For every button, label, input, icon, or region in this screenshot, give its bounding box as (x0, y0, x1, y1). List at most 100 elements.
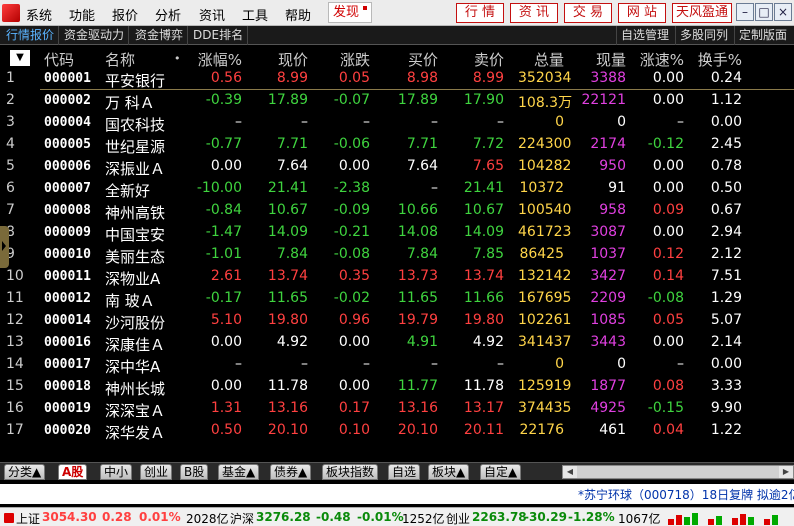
cell-code: 000007 (44, 181, 91, 196)
cell-row-number: 4 (6, 136, 15, 152)
trade-button[interactable]: 交 易 (564, 3, 612, 23)
sh-label[interactable]: 上证 (16, 510, 40, 526)
cell-ask: 7.72 (472, 136, 504, 152)
col-ask[interactable]: 卖价 (458, 49, 504, 70)
table-row[interactable]: 13 000016 深康佳Ａ 0.00 4.92 0.00 4.91 4.92 341437 34… (0, 332, 794, 354)
btab-chinext[interactable]: 创业 (140, 464, 173, 480)
cell-code: 000010 (44, 247, 91, 262)
cy-label[interactable]: 创业 (446, 510, 470, 526)
btab-sector[interactable]: 板块▲ (428, 464, 470, 480)
table-row[interactable]: 2 000002 万 科Ａ -0.39 17.89 -0.07 17.89 17.90 108.… (0, 90, 794, 112)
table-row[interactable]: 6 000007 全新好 -10.00 21.41 -2.38 – 21.41 10372 91 0… (0, 178, 794, 200)
tab-quotes[interactable]: 行情报价 (2, 26, 60, 45)
table-row[interactable]: 4 000005 世纪星源 -0.77 7.71 -0.06 7.71 7.72 224300 2… (0, 134, 794, 156)
side-panel-toggle-icon[interactable] (0, 226, 9, 268)
cell-speed: 0.09 (652, 202, 684, 218)
table-row[interactable]: 16 000019 深深宝Ａ 1.31 13.16 0.17 13.16 13.17 37443… (0, 398, 794, 420)
table-row[interactable]: 9 000010 美丽生态 -1.01 7.84 -0.08 7.84 7.85 86425 10… (0, 244, 794, 266)
menu-function[interactable]: 功能 (69, 5, 95, 24)
col-turnover[interactable]: 换手% (690, 49, 742, 70)
cell-volume: 104282 (518, 158, 572, 174)
ticker-text[interactable]: *苏宁环球（000718）18日复牌 拟逾2亿元 (578, 486, 794, 503)
btab-sector-index[interactable]: 板块指数 (322, 464, 379, 480)
tab-watchlist-manage[interactable]: 自选管理 (616, 26, 673, 45)
cell-name: 深物业A (105, 270, 161, 288)
btab-watchlist[interactable]: 自选 (388, 464, 421, 480)
table-row[interactable]: 3 000004 国农科技 – – – – – 0 0 – 0.00 (0, 112, 794, 134)
cell-volume: 102261 (518, 312, 572, 328)
minimize-icon[interactable]: – (736, 3, 754, 21)
table-header: ▼ 代码 名称 • 涨幅% 现价 涨跌 买价 卖价 总量 现量 涨速% 换手% (0, 46, 794, 70)
menu-tools[interactable]: 工具 (242, 5, 268, 24)
cell-pct-change: -0.17 (205, 290, 242, 306)
cell-row-number: 13 (6, 334, 24, 350)
table-row[interactable]: 12 000014 沙河股份 5.10 19.80 0.96 19.79 19.80 10226… (0, 310, 794, 332)
cell-price: – (301, 114, 308, 130)
col-price[interactable]: 现价 (262, 49, 308, 70)
menu-system[interactable]: 系统 (26, 5, 52, 24)
restore-icon[interactable]: □ (755, 3, 773, 21)
btab-a-shares[interactable]: A股 (58, 464, 88, 480)
sort-toggle-icon[interactable]: ▼ (10, 50, 30, 66)
cell-row-number: 12 (6, 312, 24, 328)
col-current-volume[interactable]: 现量 (580, 49, 626, 70)
menu-discover[interactable]: 发现 (328, 2, 373, 23)
col-volume[interactable]: 总量 (518, 49, 564, 70)
scroll-right-icon[interactable]: ▶ (779, 466, 793, 478)
col-code[interactable]: 代码 (44, 49, 74, 70)
tab-fund-game[interactable]: 资金博弈 (131, 26, 189, 45)
tab-custom-layout[interactable]: 定制版面 (734, 26, 791, 45)
btab-bond[interactable]: 债券▲ (270, 464, 312, 480)
col-pct-change[interactable]: 涨幅% (190, 49, 242, 70)
table-row[interactable]: 15 000018 神州长城 0.00 11.78 0.00 11.77 11.78 12591… (0, 376, 794, 398)
table-row[interactable]: 11 000012 南 玻Ａ -0.17 11.65 -0.02 11.65 11.66 167… (0, 288, 794, 310)
table-row[interactable]: 7 000008 神州高铁 -0.84 10.67 -0.09 10.66 10.67 1005… (0, 200, 794, 222)
cell-speed: 0.00 (652, 180, 684, 196)
website-button[interactable]: 网 站 (618, 3, 666, 23)
hs-label[interactable]: 沪深 (230, 510, 254, 526)
cell-change: 0.00 (338, 378, 370, 394)
close-icon[interactable]: × (774, 3, 792, 21)
table-row[interactable]: 17 000020 深华发Ａ 0.50 20.10 0.10 20.10 20.11 22176… (0, 420, 794, 442)
col-speed[interactable]: 涨速% (632, 49, 684, 70)
cell-row-number: 2 (6, 92, 15, 108)
cell-turnover: 0.50 (710, 180, 742, 196)
cell-current-volume: 0 (617, 356, 626, 372)
cell-code: 000012 (44, 291, 91, 306)
cell-ask: 21.41 (463, 180, 504, 196)
cell-name: 中国宝安 (105, 226, 166, 244)
cell-pct-change: 1.31 (210, 400, 242, 416)
tab-multi-stock[interactable]: 多股同列 (675, 26, 732, 45)
horizontal-scrollbar[interactable]: ◀ ▶ (562, 465, 794, 479)
tab-fund-drive[interactable]: 资金驱动力 (60, 26, 130, 45)
table-row[interactable]: 5 000006 深振业Ａ 0.00 7.64 0.00 7.64 7.65 104282 950… (0, 156, 794, 178)
scroll-left-icon[interactable]: ◀ (563, 466, 577, 478)
cell-pct-change: 5.10 (210, 312, 242, 328)
btab-fund[interactable]: 基金▲ (218, 464, 260, 480)
col-name[interactable]: 名称 (105, 49, 135, 70)
menu-info[interactable]: 资讯 (199, 5, 225, 24)
btab-category[interactable]: 分类▲ (4, 464, 46, 480)
table-row[interactable]: 14 000017 深中华A – – – – – 0 0 – 0.00 (0, 354, 794, 376)
menu-help[interactable]: 帮助 (285, 5, 311, 24)
news-button[interactable]: 资 讯 (510, 3, 558, 23)
table-row[interactable]: 10 000011 深物业A 2.61 13.74 0.35 13.73 13.74 13214… (0, 266, 794, 288)
sh-value: 3054.30 (42, 510, 97, 524)
menu-analysis[interactable]: 分析 (155, 5, 181, 24)
cell-ask: – (497, 114, 504, 130)
cell-bid: 11.77 (397, 378, 438, 394)
btab-custom[interactable]: 自定▲ (480, 464, 522, 480)
cell-volume: 10372 (519, 180, 564, 196)
col-bid[interactable]: 买价 (392, 49, 438, 70)
menu-quote[interactable]: 报价 (112, 5, 138, 24)
col-change[interactable]: 涨跌 (324, 49, 370, 70)
table-row[interactable]: 8 000009 中国宝安 -1.47 14.09 -0.21 14.08 14.09 4617… (0, 222, 794, 244)
btab-b-shares[interactable]: B股 (180, 464, 209, 480)
btab-sme[interactable]: 中小 (100, 464, 133, 480)
table-row[interactable]: 1 000001 平安银行 0.56 8.99 0.05 8.98 8.99 352034 338… (0, 68, 794, 90)
menu-discover-label: 发现 (333, 5, 360, 20)
cell-row-number: 6 (6, 180, 15, 196)
quote-button[interactable]: 行 情 (456, 3, 504, 23)
tab-dde-rank[interactable]: DDE排名 (189, 26, 249, 45)
tianfeng-button[interactable]: 天风盈通 (672, 3, 732, 23)
